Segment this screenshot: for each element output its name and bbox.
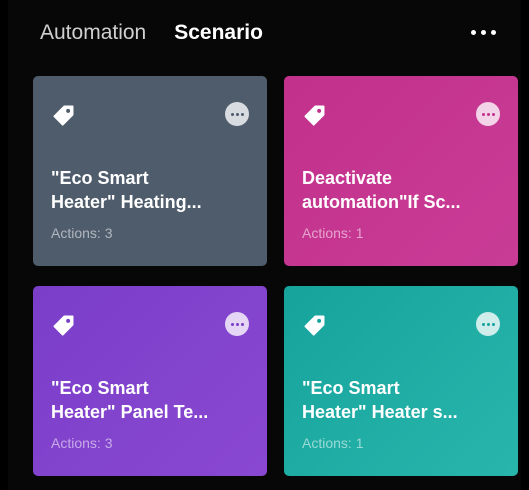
- tag-icon: [304, 315, 325, 336]
- card-title: Deactivate automation"If Sc...: [302, 166, 506, 214]
- card-more-button[interactable]: [225, 102, 249, 126]
- card-title-line: Heater" Heating...: [51, 192, 202, 212]
- card-title: "Eco Smart Heater" Heater s...: [302, 376, 506, 424]
- card-actions-count: Actions: 1: [302, 435, 364, 451]
- card-actions-count: Actions: 3: [51, 435, 113, 451]
- tag-icon: [53, 105, 74, 126]
- tag-icon: [53, 315, 74, 336]
- header-tabs: Automation Scenario: [40, 16, 263, 50]
- card-title-line: "Eco Smart: [51, 168, 149, 188]
- scenario-card[interactable]: "Eco Smart Heater" Panel Te... Actions: …: [33, 286, 267, 476]
- card-title-line: "Eco Smart: [51, 378, 149, 398]
- more-dot: [481, 112, 485, 116]
- card-title: "Eco Smart Heater" Panel Te...: [51, 376, 255, 424]
- card-title-line: Deactivate: [302, 168, 393, 188]
- card-actions-count: Actions: 1: [302, 225, 364, 241]
- scenario-card[interactable]: "Eco Smart Heater" Heating... Actions: 3: [33, 76, 267, 266]
- card-more-button[interactable]: [225, 312, 249, 336]
- more-dot: [240, 322, 244, 326]
- tab-automation[interactable]: Automation: [40, 19, 146, 47]
- card-title-line: Heater" Heater s...: [302, 402, 458, 422]
- more-dot: [486, 322, 490, 326]
- more-dot: [486, 112, 490, 116]
- more-dot: [491, 322, 495, 326]
- more-dot: [490, 29, 496, 35]
- more-dot: [480, 29, 486, 35]
- more-horizontal-icon: [470, 29, 476, 35]
- tag-icon: [304, 105, 325, 126]
- card-more-button[interactable]: [476, 102, 500, 126]
- card-title: "Eco Smart Heater" Heating...: [51, 166, 255, 214]
- more-dot: [235, 322, 239, 326]
- more-dot: [235, 112, 239, 116]
- card-actions-count: Actions: 3: [51, 225, 113, 241]
- scenario-card[interactable]: Deactivate automation"If Sc... Actions: …: [284, 76, 518, 266]
- scenario-card[interactable]: "Eco Smart Heater" Heater s... Actions: …: [284, 286, 518, 476]
- more-dot: [491, 112, 495, 116]
- more-options-button[interactable]: [463, 18, 503, 46]
- card-title-line: automation"If Sc...: [302, 192, 461, 212]
- card-more-button[interactable]: [476, 312, 500, 336]
- card-title-line: "Eco Smart: [302, 378, 400, 398]
- more-dot: [481, 322, 485, 326]
- more-dot: [230, 112, 234, 116]
- more-dot: [230, 322, 234, 326]
- tab-scenario[interactable]: Scenario: [174, 19, 263, 47]
- more-dot: [240, 112, 244, 116]
- card-title-line: Heater" Panel Te...: [51, 402, 209, 422]
